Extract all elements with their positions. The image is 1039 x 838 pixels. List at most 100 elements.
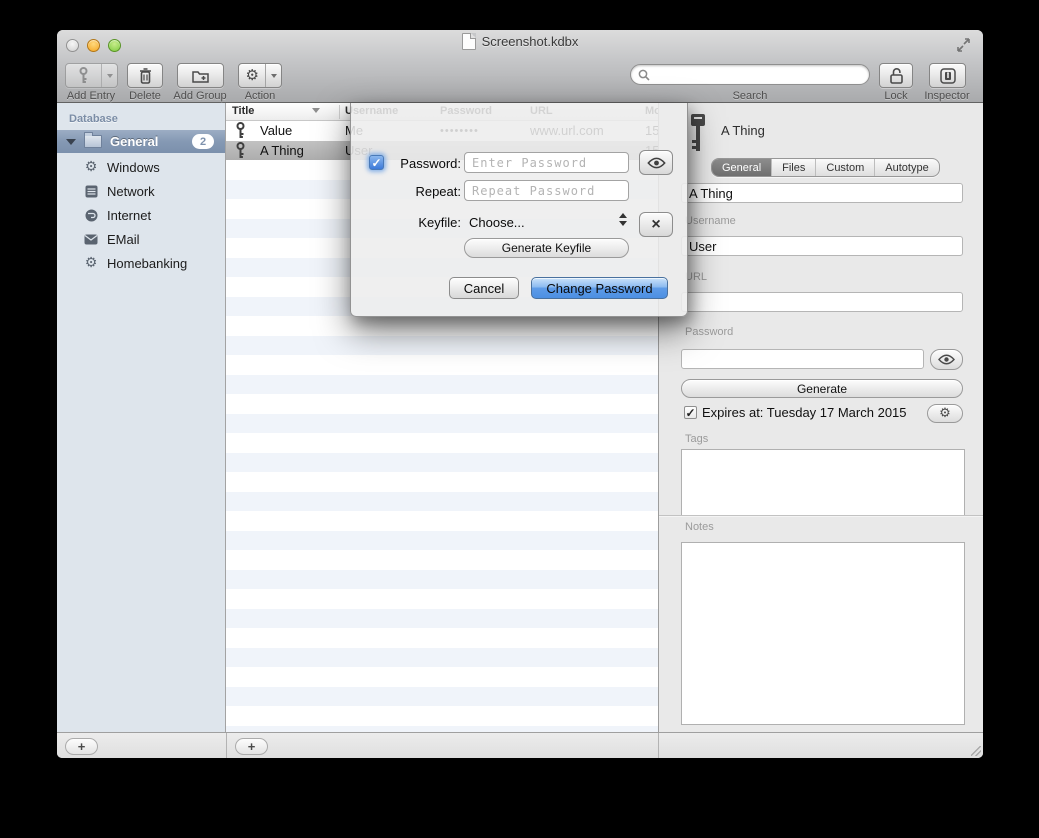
username-label: Username bbox=[685, 215, 736, 227]
sidebar-item-internet[interactable]: Internet bbox=[57, 203, 225, 227]
cancel-button[interactable]: Cancel bbox=[449, 277, 519, 299]
document-icon bbox=[462, 33, 476, 50]
change-password-button[interactable]: Change Password bbox=[531, 277, 668, 299]
info-icon bbox=[940, 68, 956, 84]
tags-label: Tags bbox=[685, 433, 708, 445]
dialog-keyfile-label: Keyfile: bbox=[381, 215, 461, 230]
add-entry-plus-button[interactable]: + bbox=[235, 738, 268, 755]
action-button[interactable]: ⚙ bbox=[238, 63, 282, 88]
search-label: Search bbox=[733, 90, 768, 102]
inspector-tabs: General Files Custom Autotype bbox=[711, 158, 940, 177]
username-field[interactable] bbox=[681, 236, 963, 256]
app-window: Screenshot.kdbx Add Entry bbox=[57, 30, 983, 758]
notes-input[interactable] bbox=[681, 542, 965, 725]
tab-files[interactable]: Files bbox=[771, 159, 815, 176]
sidebar-item-label: EMail bbox=[107, 232, 140, 247]
delete-button[interactable] bbox=[127, 63, 163, 88]
table-row-empty bbox=[226, 336, 658, 356]
add-entry-button[interactable] bbox=[65, 63, 118, 88]
table-row-empty bbox=[226, 531, 658, 551]
delete-label: Delete bbox=[129, 90, 161, 102]
gear-icon: ⚙ bbox=[245, 68, 258, 83]
inspector-button[interactable] bbox=[929, 63, 966, 88]
bottom-bar: + + bbox=[57, 732, 983, 758]
window-chrome: Screenshot.kdbx Add Entry bbox=[57, 30, 983, 103]
fullscreen-icon[interactable] bbox=[956, 38, 971, 52]
dropdown-chevron-icon bbox=[107, 74, 113, 78]
search-input[interactable] bbox=[650, 68, 869, 82]
add-group-plus-button[interactable]: + bbox=[65, 738, 98, 755]
repeat-password-input[interactable] bbox=[464, 180, 629, 201]
cell-title: A Thing bbox=[260, 143, 304, 158]
globe-icon bbox=[83, 209, 99, 222]
sidebar-header: Database bbox=[69, 113, 118, 125]
password-field[interactable] bbox=[681, 349, 924, 369]
url-label: URL bbox=[685, 271, 707, 283]
change-password-sheet: ✓ Password: Repeat: Keyfile: Choose... ×… bbox=[350, 103, 688, 317]
table-row-empty bbox=[226, 609, 658, 629]
popup-stepper-icon[interactable] bbox=[619, 213, 627, 226]
desktop-background: Screenshot.kdbx Add Entry bbox=[0, 0, 1039, 838]
notes-label: Notes bbox=[685, 521, 714, 533]
table-row-empty bbox=[226, 648, 658, 668]
dialog-repeat-label: Repeat: bbox=[381, 184, 461, 199]
footer-divider bbox=[658, 733, 659, 758]
reveal-password-button[interactable] bbox=[639, 150, 673, 175]
window-title: Screenshot.kdbx bbox=[482, 34, 579, 49]
table-row-empty bbox=[226, 394, 658, 414]
sidebar-item-network[interactable]: Network bbox=[57, 179, 225, 203]
entry-count-badge: 2 bbox=[192, 134, 214, 149]
expires-checkbox[interactable]: ✓ bbox=[684, 406, 697, 419]
table-row-empty bbox=[226, 706, 658, 726]
table-row-empty bbox=[226, 433, 658, 453]
table-row-empty bbox=[226, 550, 658, 570]
sidebar: Database General 2 ⚙ Windows bbox=[57, 103, 226, 732]
keyfile-popup[interactable]: Choose... bbox=[469, 215, 525, 230]
column-header-title[interactable]: Title bbox=[232, 105, 254, 117]
add-group-button[interactable] bbox=[177, 63, 224, 88]
key-icon bbox=[78, 67, 89, 84]
server-icon bbox=[83, 185, 99, 198]
sidebar-item-label: Windows bbox=[107, 160, 160, 175]
envelope-icon bbox=[83, 234, 99, 245]
tab-general[interactable]: General bbox=[712, 159, 771, 176]
inspector-entry-title: A Thing bbox=[721, 123, 765, 138]
unlocked-padlock-icon bbox=[889, 67, 904, 84]
clear-keyfile-button[interactable]: × bbox=[639, 212, 673, 237]
tab-custom[interactable]: Custom bbox=[815, 159, 874, 176]
table-row-empty bbox=[226, 316, 658, 336]
sidebar-item-homebanking[interactable]: ⚙ Homebanking bbox=[57, 251, 225, 275]
search-icon bbox=[638, 69, 650, 81]
close-x-icon: × bbox=[651, 216, 660, 234]
inspector-panel: A Thing General Files Custom Autotype Us… bbox=[658, 103, 983, 732]
show-password-button[interactable] bbox=[930, 349, 963, 370]
tab-autotype[interactable]: Autotype bbox=[874, 159, 938, 176]
search-field[interactable] bbox=[630, 64, 870, 85]
key-icon bbox=[687, 113, 709, 153]
inspector-label: Inspector bbox=[924, 90, 969, 102]
section-divider bbox=[659, 515, 983, 516]
table-row-empty bbox=[226, 628, 658, 648]
expires-settings-button[interactable]: ⚙ bbox=[927, 404, 963, 423]
resize-grip[interactable] bbox=[971, 746, 981, 756]
table-row-empty bbox=[226, 472, 658, 492]
key-icon bbox=[235, 142, 246, 159]
sidebar-item-windows[interactable]: ⚙ Windows bbox=[57, 155, 225, 179]
sidebar-item-email[interactable]: EMail bbox=[57, 227, 225, 251]
key-icon bbox=[235, 122, 246, 139]
sidebar-group-label: General bbox=[110, 134, 192, 149]
table-row-empty bbox=[226, 511, 658, 531]
title-field[interactable] bbox=[681, 183, 963, 203]
enter-password-input[interactable] bbox=[464, 152, 629, 173]
url-field[interactable] bbox=[681, 292, 963, 312]
generate-keyfile-button[interactable]: Generate Keyfile bbox=[464, 238, 629, 258]
disclosure-triangle-icon[interactable] bbox=[66, 139, 76, 145]
cell-title: Value bbox=[260, 123, 292, 138]
tags-input[interactable] bbox=[681, 449, 965, 516]
column-divider[interactable] bbox=[339, 105, 340, 119]
sidebar-group-general[interactable]: General 2 bbox=[57, 130, 225, 153]
sidebar-item-label: Homebanking bbox=[107, 256, 187, 271]
generate-password-button[interactable]: Generate bbox=[681, 379, 963, 398]
dialog-password-label: Password: bbox=[381, 156, 461, 171]
lock-button[interactable] bbox=[879, 63, 913, 88]
